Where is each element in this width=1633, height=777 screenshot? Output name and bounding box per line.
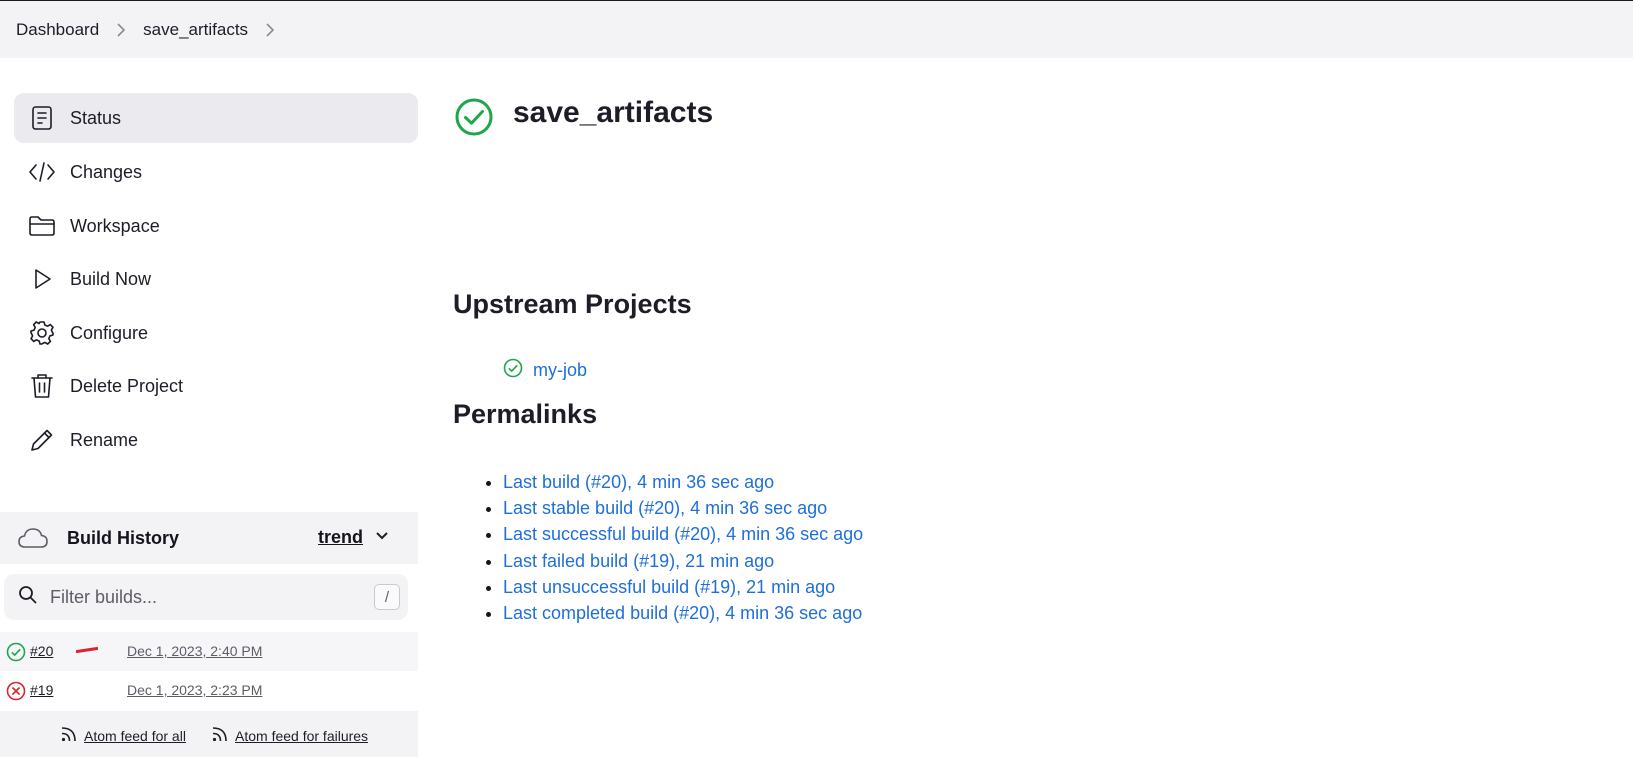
atom-feed-failures-label: Atom feed for failures — [235, 727, 369, 744]
sidebar-item-workspace[interactable]: Workspace — [14, 201, 418, 251]
upstream-project-link[interactable]: my-job — [533, 360, 587, 381]
list-item: Last stable build (#20), 4 min 36 sec ag… — [503, 495, 863, 521]
permalinks-list: Last build (#20), 4 min 36 sec ago Last … — [503, 469, 863, 626]
success-status-icon — [6, 642, 26, 665]
build-number-link[interactable]: #19 — [30, 682, 53, 698]
breadcrumb-save-artifacts[interactable]: save_artifacts — [143, 20, 248, 40]
permalinks-heading: Permalinks — [453, 399, 598, 429]
list-item: Last build (#20), 4 min 36 sec ago — [503, 469, 863, 495]
sidebar-item-label: Build Now — [70, 268, 152, 289]
pencil-icon — [28, 426, 56, 454]
page-title: save_artifacts — [513, 96, 714, 129]
list-item: Last unsuccessful build (#19), 21 min ag… — [503, 574, 863, 600]
success-status-icon — [503, 358, 523, 383]
permalink-last-unsuccessful-build[interactable]: Last unsuccessful build (#19), 21 min ag… — [503, 577, 835, 597]
list-item: Last failed build (#19), 21 min ago — [503, 548, 863, 574]
chevron-right-icon — [99, 22, 143, 37]
success-status-icon — [454, 97, 494, 142]
upstream-project-item: my-job — [503, 358, 587, 383]
breadcrumb: Dashboard save_artifacts — [0, 1, 1633, 58]
progress-mark — [76, 647, 98, 653]
sidebar-item-label: Workspace — [70, 215, 160, 236]
status-icon — [28, 104, 56, 132]
sidebar-item-label: Configure — [70, 322, 149, 343]
sidebar-item-label: Rename — [70, 429, 139, 450]
atom-feed-failures-link[interactable]: Atom feed for failures — [211, 725, 368, 746]
build-date-link[interactable]: Dec 1, 2023, 2:23 PM — [127, 682, 262, 698]
list-item: Last completed build (#20), 4 min 36 sec… — [503, 600, 863, 626]
sidebar-item-label: Changes — [70, 161, 143, 182]
permalink-last-stable-build[interactable]: Last stable build (#20), 4 min 36 sec ag… — [503, 498, 827, 518]
atom-feed-all-label: Atom feed for all — [84, 727, 186, 744]
rss-icon — [211, 725, 229, 746]
atom-feed-all-link[interactable]: Atom feed for all — [60, 725, 186, 746]
sidebar-item-changes[interactable]: Changes — [14, 147, 418, 197]
keyboard-shortcut-hint: / — [374, 584, 400, 610]
cloud-icon — [17, 526, 49, 550]
permalink-last-successful-build[interactable]: Last successful build (#20), 4 min 36 se… — [503, 524, 863, 544]
list-item: Last successful build (#20), 4 min 36 se… — [503, 521, 863, 547]
trash-icon — [28, 372, 56, 400]
permalink-last-failed-build[interactable]: Last failed build (#19), 21 min ago — [503, 551, 774, 571]
sidebar-item-label: Status — [70, 107, 122, 128]
folder-icon — [28, 212, 56, 240]
build-row-20: #20 Dec 1, 2023, 2:40 PM — [0, 632, 418, 671]
chevron-down-icon[interactable] — [374, 528, 390, 549]
build-date-link[interactable]: Dec 1, 2023, 2:40 PM — [127, 643, 262, 659]
filter-builds-input[interactable] — [50, 586, 350, 608]
chevron-right-icon[interactable] — [248, 22, 292, 37]
breadcrumb-dashboard[interactable]: Dashboard — [16, 20, 99, 40]
build-row-19: #19 Dec 1, 2023, 2:23 PM — [0, 671, 418, 710]
gear-icon — [28, 319, 56, 347]
sidebar-item-rename[interactable]: Rename — [14, 415, 418, 465]
rss-icon — [60, 725, 78, 746]
failed-status-icon — [6, 681, 26, 704]
trend-link[interactable]: trend — [318, 527, 363, 548]
sidebar-item-status[interactable]: Status — [14, 93, 418, 143]
search-icon — [18, 585, 38, 610]
sidebar-item-label: Delete Project — [70, 375, 184, 396]
code-icon — [28, 158, 56, 186]
permalink-last-build[interactable]: Last build (#20), 4 min 36 sec ago — [503, 472, 774, 492]
sidebar-item-configure[interactable]: Configure — [14, 308, 418, 358]
sidebar-item-delete-project[interactable]: Delete Project — [14, 361, 418, 411]
play-icon — [28, 265, 56, 293]
build-number-link[interactable]: #20 — [30, 643, 53, 659]
build-history-title: Build History — [67, 527, 180, 548]
filter-builds: / — [4, 574, 408, 620]
upstream-projects-heading: Upstream Projects — [453, 289, 692, 319]
permalink-last-completed-build[interactable]: Last completed build (#20), 4 min 36 sec… — [503, 603, 862, 623]
atom-feeds: Atom feed for all Atom feed for failures — [0, 711, 418, 757]
build-history-header: Build History trend — [0, 512, 418, 564]
sidebar-item-build-now[interactable]: Build Now — [14, 254, 418, 304]
